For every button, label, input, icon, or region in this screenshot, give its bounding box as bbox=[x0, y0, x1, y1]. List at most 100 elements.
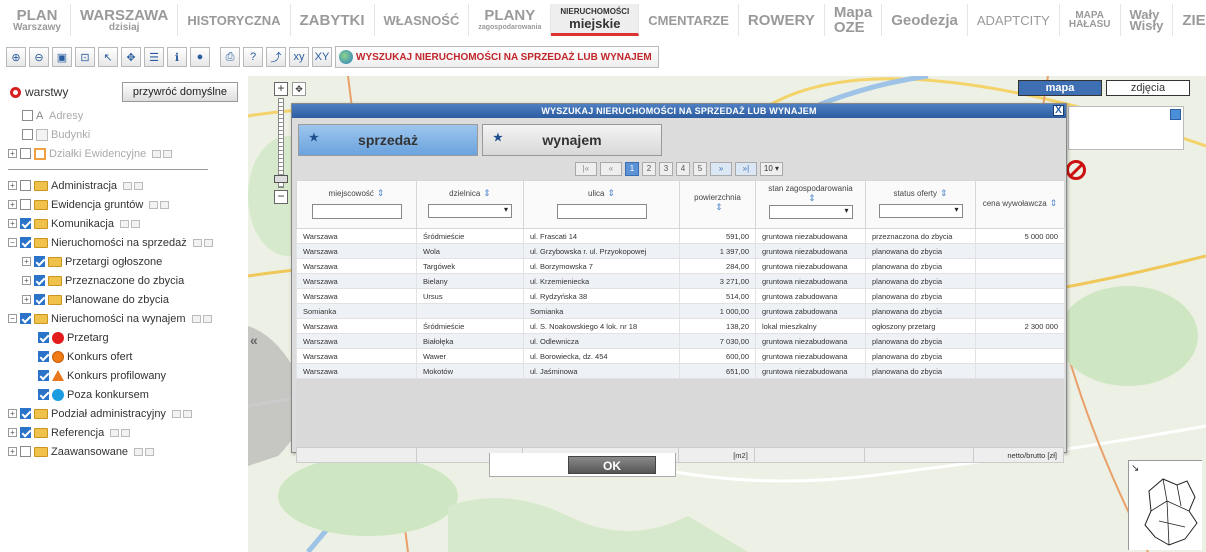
layer-checkbox[interactable] bbox=[34, 256, 45, 267]
info-panel-close-icon[interactable] bbox=[1170, 109, 1181, 120]
help-icon[interactable]: ? bbox=[243, 47, 263, 67]
last-page-button[interactable]: »| bbox=[734, 162, 757, 176]
sort-icon[interactable]: ⇕ bbox=[940, 188, 948, 199]
table-row[interactable]: Warszawa Bielany ul. Krzemieniecka 3 271,00… bbox=[296, 273, 1065, 289]
search-properties-button[interactable]: WYSZUKAJ NIERUCHOMOŚCI NA SPRZEDAŻ LUB W… bbox=[335, 46, 659, 68]
expand-icon[interactable]: + bbox=[8, 149, 17, 158]
table-row[interactable]: Warszawa Śródmieście ul. Frascati 14 591,00… bbox=[296, 228, 1065, 244]
table-row[interactable]: Warszawa Targówek ul. Borzymowska 7 284,00 g… bbox=[296, 258, 1065, 274]
layer-checkbox[interactable] bbox=[34, 294, 45, 305]
transparency-icon[interactable] bbox=[203, 238, 213, 247]
column-dzielnica[interactable]: dzielnica ⇕ ▾ bbox=[416, 180, 524, 229]
pan-icon[interactable]: ✥ bbox=[121, 47, 141, 67]
zoom-out-icon[interactable]: ⊖ bbox=[29, 47, 49, 67]
transparency-icon[interactable] bbox=[160, 200, 170, 209]
legend-icon[interactable] bbox=[119, 219, 129, 228]
expand-icon[interactable]: + bbox=[8, 409, 17, 418]
layer-checkbox[interactable] bbox=[22, 129, 33, 140]
info-icon[interactable]: ℹ bbox=[167, 47, 187, 67]
column-stan[interactable]: stan zagospodarowania ⇕ ▾ bbox=[755, 180, 866, 229]
column-powierzchnia[interactable]: powierzchnia ⇕ bbox=[679, 180, 756, 229]
layer-checkbox[interactable] bbox=[20, 237, 31, 248]
tab-mapa-halasu[interactable]: MAPA HAŁASU bbox=[1060, 4, 1121, 36]
legend-icon[interactable] bbox=[149, 200, 159, 209]
tab-plan-warszawy[interactable]: PLAN Warszawy bbox=[4, 4, 71, 36]
layer-checkbox[interactable] bbox=[38, 370, 49, 381]
tab-plany[interactable]: PLANY zagospodarowania bbox=[469, 4, 552, 36]
layer-checkbox[interactable] bbox=[38, 332, 49, 343]
tab-rowery[interactable]: ROWERY bbox=[739, 4, 825, 36]
pointer-icon[interactable]: ↖ bbox=[98, 47, 118, 67]
sort-icon[interactable]: ⇕ bbox=[715, 202, 723, 213]
column-cena[interactable]: cena wywoławcza ⇕ bbox=[975, 180, 1065, 229]
globe-icon[interactable]: ● bbox=[190, 47, 210, 67]
layer-checkbox[interactable] bbox=[20, 218, 31, 229]
sort-icon[interactable]: ⇕ bbox=[607, 188, 615, 199]
table-row[interactable]: Warszawa Ursus ul. Rydzyńska 38 514,00 grunt… bbox=[296, 288, 1065, 304]
column-miejscowosc[interactable]: miejscowość ⇕ bbox=[296, 180, 417, 229]
next-page-button[interactable]: » bbox=[709, 162, 732, 176]
page-4-button[interactable]: 4 bbox=[675, 162, 690, 176]
page-2-button[interactable]: 2 bbox=[641, 162, 656, 176]
page-3-button[interactable]: 3 bbox=[658, 162, 673, 176]
zoom-in-button[interactable]: + bbox=[274, 82, 288, 96]
legend-icon[interactable] bbox=[134, 447, 144, 456]
layer-checkbox[interactable] bbox=[20, 199, 31, 210]
column-ulica[interactable]: ulica ⇕ bbox=[523, 180, 680, 229]
expand-icon[interactable]: + bbox=[8, 447, 17, 456]
expand-icon[interactable]: + bbox=[8, 428, 17, 437]
expand-icon[interactable]: + bbox=[22, 257, 31, 266]
prev-page-button[interactable]: « bbox=[599, 162, 622, 176]
layer-checkbox[interactable] bbox=[20, 427, 31, 438]
zoom-box-icon[interactable]: ▣ bbox=[52, 47, 72, 67]
tab-sale[interactable]: ★ sprzedaż bbox=[298, 124, 478, 156]
map-type-map-button[interactable]: mapa bbox=[1018, 80, 1102, 96]
layer-checkbox[interactable] bbox=[20, 446, 31, 457]
tab-mapa-oze[interactable]: Mapa OZE bbox=[825, 4, 883, 36]
map-type-photo-button[interactable]: zdjęcia bbox=[1106, 80, 1190, 96]
pan-control-icon[interactable]: ✥ bbox=[292, 82, 306, 96]
transparency-icon[interactable] bbox=[145, 447, 155, 456]
expand-icon[interactable]: + bbox=[22, 295, 31, 304]
transparency-icon[interactable] bbox=[130, 219, 140, 228]
sort-icon[interactable]: ⇕ bbox=[1050, 198, 1058, 209]
zoom-slider[interactable] bbox=[274, 98, 288, 188]
table-row[interactable]: Somianka Somianka 1 000,00 gruntowa zabudow… bbox=[296, 303, 1065, 319]
transparency-icon[interactable] bbox=[134, 181, 144, 190]
expand-icon[interactable]: + bbox=[8, 219, 17, 228]
table-row[interactable]: Warszawa Białołęka ul. Odlewnicza 7 030,00 g… bbox=[296, 333, 1065, 349]
legend-icon[interactable] bbox=[191, 314, 201, 323]
ok-button[interactable]: OK bbox=[568, 456, 656, 474]
layer-checkbox[interactable] bbox=[20, 180, 31, 191]
tab-zielen[interactable]: ZIELEŃ bbox=[1173, 4, 1206, 36]
legend-icon[interactable] bbox=[110, 428, 120, 437]
tab-wlasnosc[interactable]: WŁASNOŚĆ bbox=[375, 4, 470, 36]
zoom-in-icon[interactable]: ⊕ bbox=[6, 47, 26, 67]
coordinates-search-icon[interactable]: XY bbox=[312, 47, 332, 67]
first-page-button[interactable]: |« bbox=[574, 162, 597, 176]
legend-icon[interactable] bbox=[171, 409, 181, 418]
sort-icon[interactable]: ⇕ bbox=[808, 193, 816, 204]
transparency-icon[interactable] bbox=[121, 428, 131, 437]
page-5-button[interactable]: 5 bbox=[692, 162, 707, 176]
link-icon[interactable]: ⤴ bbox=[266, 47, 286, 67]
filter-ulica-input[interactable] bbox=[556, 204, 647, 219]
transparency-icon[interactable] bbox=[163, 149, 173, 158]
table-row[interactable]: Warszawa Śródmieście ul. S. Noakowskiego 4… bbox=[296, 318, 1065, 334]
legend-icon[interactable] bbox=[192, 238, 202, 247]
zoom-extent-icon[interactable]: ⊡ bbox=[75, 47, 95, 67]
sort-icon[interactable]: ⇕ bbox=[483, 188, 491, 199]
layer-checkbox[interactable] bbox=[20, 408, 31, 419]
page-1-button[interactable]: 1 bbox=[624, 162, 639, 176]
filter-stan-select[interactable]: ▾ bbox=[768, 205, 853, 219]
transparency-icon[interactable] bbox=[202, 314, 212, 323]
layer-checkbox[interactable] bbox=[22, 110, 33, 121]
collapse-icon[interactable]: − bbox=[8, 238, 17, 247]
per-page-select[interactable]: 10 ▾ bbox=[759, 162, 784, 176]
tab-cmentarze[interactable]: CMENTARZE bbox=[639, 4, 739, 36]
restore-defaults-button[interactable]: przywróć domyślne bbox=[121, 82, 238, 102]
filter-dzielnica-select[interactable]: ▾ bbox=[428, 204, 512, 218]
tab-geodezja[interactable]: Geodezja bbox=[882, 4, 968, 36]
collapse-panel-icon[interactable]: « bbox=[250, 332, 258, 348]
table-row[interactable]: Warszawa Mokotów ul. Jaśminowa 651,00 grunto… bbox=[296, 363, 1065, 379]
